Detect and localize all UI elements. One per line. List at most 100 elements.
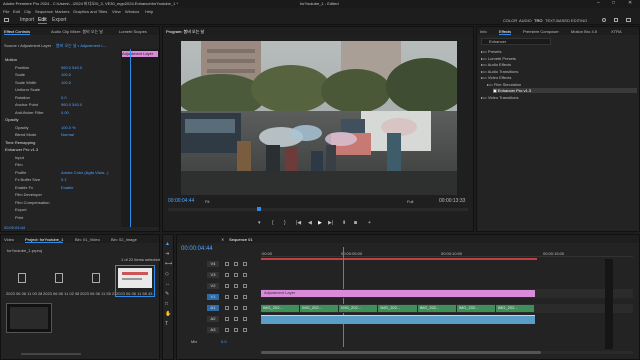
menu-sequence[interactable]: Sequence: [35, 9, 53, 14]
effects-tree-item[interactable]: ▸▭ Lumetri Presets: [481, 56, 637, 61]
property-value[interactable]: 100.0 %: [61, 125, 76, 130]
tab-bin-video[interactable]: Bin: 01_Video: [75, 237, 100, 242]
project-zoom-slider[interactable]: [21, 353, 81, 355]
eye-icon[interactable]: [243, 284, 247, 288]
clip-label[interactable]: 봄비 오는 날 • Adjustment L...: [56, 43, 107, 48]
track-select-tool-icon[interactable]: ⇥: [165, 251, 169, 257]
menu-clip[interactable]: Clip: [24, 9, 31, 14]
menu-help[interactable]: Help: [145, 9, 153, 14]
ruler[interactable]: :00:00 00:00:05:00 00:00:10:00 00:00:15:…: [261, 247, 633, 257]
lock-icon[interactable]: [225, 317, 229, 321]
sync-icon[interactable]: [234, 328, 238, 332]
tab-project[interactable]: Project: forYoutube_1: [25, 237, 64, 243]
track-header[interactable]: A1: [207, 305, 219, 311]
tab-lumetri-scopes[interactable]: Lumetri Scopes: [119, 29, 147, 34]
menu-edit[interactable]: Edit: [13, 9, 20, 14]
pen-tool-icon[interactable]: ✎: [165, 291, 169, 297]
home-icon[interactable]: [4, 18, 9, 22]
play-icon[interactable]: ▶: [318, 220, 322, 226]
workspace-text-editing[interactable]: TEXT-BASED EDITING: [545, 18, 587, 23]
tab-premiere-composer[interactable]: Premiere Composer: [523, 29, 559, 34]
workspace-color[interactable]: COLOR: [503, 18, 517, 23]
video-clip[interactable]: IMG_202...: [417, 305, 456, 312]
tab-effect-controls[interactable]: Effect Controls: [4, 29, 31, 35]
timeline-close-icon[interactable]: ✕: [221, 237, 224, 242]
menu-markers[interactable]: Markers: [55, 9, 69, 14]
step-back-icon[interactable]: ◀: [308, 220, 312, 226]
effects-tree-item[interactable]: ▸▭ Film Simulation: [487, 82, 637, 87]
effects-tree-item[interactable]: ▸▭ Video Effects: [481, 75, 637, 80]
sync-icon[interactable]: [234, 262, 238, 266]
mark-in-icon[interactable]: {: [272, 220, 274, 226]
fullscreen-icon[interactable]: [626, 18, 631, 22]
eye-icon[interactable]: [243, 273, 247, 277]
timeline-timecode[interactable]: 00:00:04:44: [181, 246, 213, 252]
scrubber-playhead-icon[interactable]: [257, 207, 261, 211]
selection-tool-icon[interactable]: ▲: [165, 241, 170, 247]
menu-view[interactable]: View: [112, 9, 121, 14]
lift-icon[interactable]: ⬆: [342, 220, 346, 226]
tab-bin-image[interactable]: Bin: 02_Image: [111, 237, 137, 242]
lock-icon[interactable]: [225, 306, 229, 310]
track-header[interactable]: V1: [207, 294, 219, 300]
sync-icon[interactable]: [234, 306, 238, 310]
export-frame-icon[interactable]: ◙: [354, 220, 357, 226]
step-forward-icon[interactable]: ▶|: [328, 220, 333, 226]
effects-tree-item[interactable]: ▸▭ Presets: [481, 49, 637, 54]
quality-dropdown[interactable]: Full: [407, 199, 413, 204]
tab-effects[interactable]: Effects: [499, 29, 512, 35]
mini-playhead[interactable]: [130, 49, 131, 227]
track-header[interactable]: A3: [207, 327, 219, 333]
search-icon[interactable]: [602, 18, 606, 22]
effects-search[interactable]: Enhancer: [481, 38, 551, 45]
project-item-5[interactable]: [6, 303, 52, 333]
tab-xtra[interactable]: XTRA: [611, 29, 622, 34]
eye-icon[interactable]: [243, 295, 247, 299]
effects-tree-item[interactable]: ▸▭ Video Transitions: [481, 95, 637, 100]
mark-out-icon[interactable]: }: [284, 220, 286, 226]
video-clip[interactable]: IMG_202...: [495, 305, 534, 312]
project-item-3[interactable]: 2023 06 06 11 55 23...: [80, 267, 116, 297]
video-clip[interactable]: IMG_202...: [261, 305, 300, 312]
property-value[interactable]: 960.0 540.0: [61, 65, 82, 70]
property-value[interactable]: 100.0: [61, 80, 71, 85]
program-title[interactable]: Program: 봄비 오는 날: [166, 29, 204, 34]
property-value[interactable]: 100.0: [61, 72, 71, 77]
menu-graphics[interactable]: Graphics and Titles: [73, 9, 107, 14]
effects-tree-item[interactable]: ▸▭ Audio Effects: [481, 62, 637, 67]
audio-clip-a1[interactable]: [261, 315, 535, 324]
lock-icon[interactable]: [225, 284, 229, 288]
tab-motion-bro[interactable]: Motion Bro 4.5: [571, 29, 597, 34]
effects-tree-item[interactable]: ▣ Enhancer Pro v1.3: [493, 88, 637, 93]
property-value[interactable]: 960.0 540.0: [61, 102, 82, 107]
tab-audio-clip-mixer[interactable]: Audio Clip Mixer: 봄비 오는 날: [51, 29, 103, 34]
tab-sequence[interactable]: Sequence 01: [229, 237, 253, 242]
lock-icon[interactable]: [225, 295, 229, 299]
property-value[interactable]: 0.00: [61, 110, 69, 115]
lock-icon[interactable]: [225, 328, 229, 332]
go-to-in-icon[interactable]: |◀: [296, 220, 301, 226]
property-value[interactable]: 0.0: [61, 95, 67, 100]
sync-icon[interactable]: [234, 273, 238, 277]
workspace-tro[interactable]: TRO: [534, 18, 542, 23]
share-icon[interactable]: [614, 18, 618, 22]
tab-info[interactable]: Info: [480, 29, 487, 34]
lock-icon[interactable]: [225, 262, 229, 266]
program-timecode[interactable]: 00:00:04:44: [168, 198, 194, 204]
lock-icon[interactable]: [225, 273, 229, 277]
track-header[interactable]: A2: [207, 316, 219, 322]
menu-window[interactable]: Window: [125, 9, 139, 14]
audio-clip-a2[interactable]: [261, 315, 535, 316]
fit-dropdown[interactable]: Fit: [205, 199, 209, 204]
hand-tool-icon[interactable]: ✋: [165, 311, 171, 317]
button-editor-icon[interactable]: +: [368, 220, 371, 226]
video-clip[interactable]: IMG_202...: [300, 305, 339, 312]
tab-import[interactable]: Import: [20, 17, 34, 23]
video-clip[interactable]: IMG_202...: [378, 305, 417, 312]
razor-tool-icon[interactable]: ◇: [165, 271, 169, 277]
ripple-edit-tool-icon[interactable]: ⟷: [165, 261, 172, 267]
project-item-1[interactable]: 2023 06 06 11 00 28...: [6, 267, 42, 297]
program-scrubber[interactable]: [168, 207, 468, 211]
sync-icon[interactable]: [234, 295, 238, 299]
video-clip[interactable]: IMG_202...: [339, 305, 378, 312]
